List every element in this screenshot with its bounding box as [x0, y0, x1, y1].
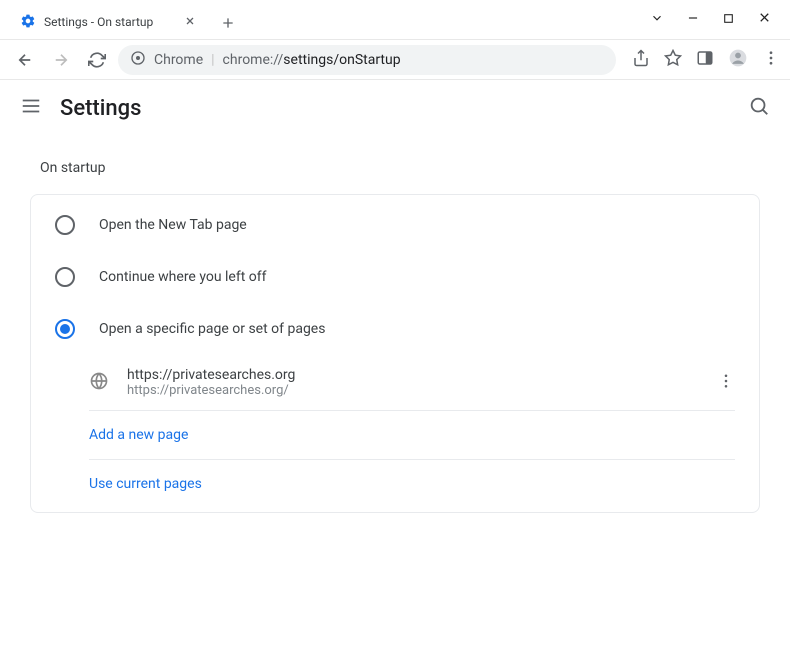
omnibox-url: chrome://settings/onStartup [223, 52, 401, 68]
radio-option-continue[interactable]: Continue where you left off [31, 251, 759, 303]
window-titlebar: Settings - On startup [0, 0, 790, 40]
radio-label: Open a specific page or set of pages [99, 321, 325, 337]
globe-icon [89, 371, 109, 395]
radio-label: Continue where you left off [99, 269, 267, 285]
share-icon[interactable] [632, 49, 650, 71]
close-tab-icon[interactable] [184, 15, 196, 30]
radio-icon [55, 267, 75, 287]
page-entry-title: https://privatesearches.org [127, 367, 699, 383]
radio-option-newtab[interactable]: Open the New Tab page [31, 199, 759, 251]
section-title: On startup [30, 160, 760, 176]
maximize-icon[interactable] [722, 10, 735, 29]
address-bar[interactable]: Chrome | chrome://settings/onStartup [118, 45, 616, 75]
radio-label: Open the New Tab page [99, 217, 247, 233]
browser-toolbar: Chrome | chrome://settings/onStartup [0, 40, 790, 80]
startup-card: Open the New Tab page Continue where you… [30, 194, 760, 513]
close-window-icon[interactable] [757, 10, 772, 29]
profile-avatar-icon[interactable] [728, 48, 748, 72]
page-entry-url: https://privatesearches.org/ [127, 383, 699, 398]
chevron-down-icon[interactable] [650, 10, 664, 29]
forward-button[interactable] [46, 45, 76, 75]
tab-title: Settings - On startup [44, 15, 176, 29]
bookmark-star-icon[interactable] [664, 49, 682, 71]
window-controls [650, 0, 790, 39]
radio-icon-selected [55, 319, 75, 339]
page-title: Settings [60, 96, 141, 121]
chrome-icon [130, 50, 146, 70]
radio-option-specific[interactable]: Open a specific page or set of pages [31, 303, 759, 355]
kebab-menu-icon[interactable] [762, 49, 780, 71]
sidepanel-icon[interactable] [696, 49, 714, 71]
gear-icon [20, 13, 36, 32]
more-actions-icon[interactable] [717, 372, 735, 394]
omnibox-prefix: Chrome [154, 52, 203, 68]
add-page-link[interactable]: Add a new page [89, 411, 759, 459]
search-icon[interactable] [748, 95, 770, 121]
back-button[interactable] [10, 45, 40, 75]
use-current-link[interactable]: Use current pages [89, 460, 759, 508]
browser-tab[interactable]: Settings - On startup [8, 5, 208, 39]
startup-page-row: https://privatesearches.org https://priv… [89, 355, 759, 410]
reload-button[interactable] [82, 45, 112, 75]
settings-header: Settings [0, 80, 790, 136]
settings-content: On startup Open the New Tab page Continu… [0, 136, 790, 537]
new-tab-button[interactable] [216, 11, 240, 39]
radio-icon [55, 215, 75, 235]
menu-icon[interactable] [20, 95, 42, 121]
minimize-icon[interactable] [686, 10, 700, 29]
